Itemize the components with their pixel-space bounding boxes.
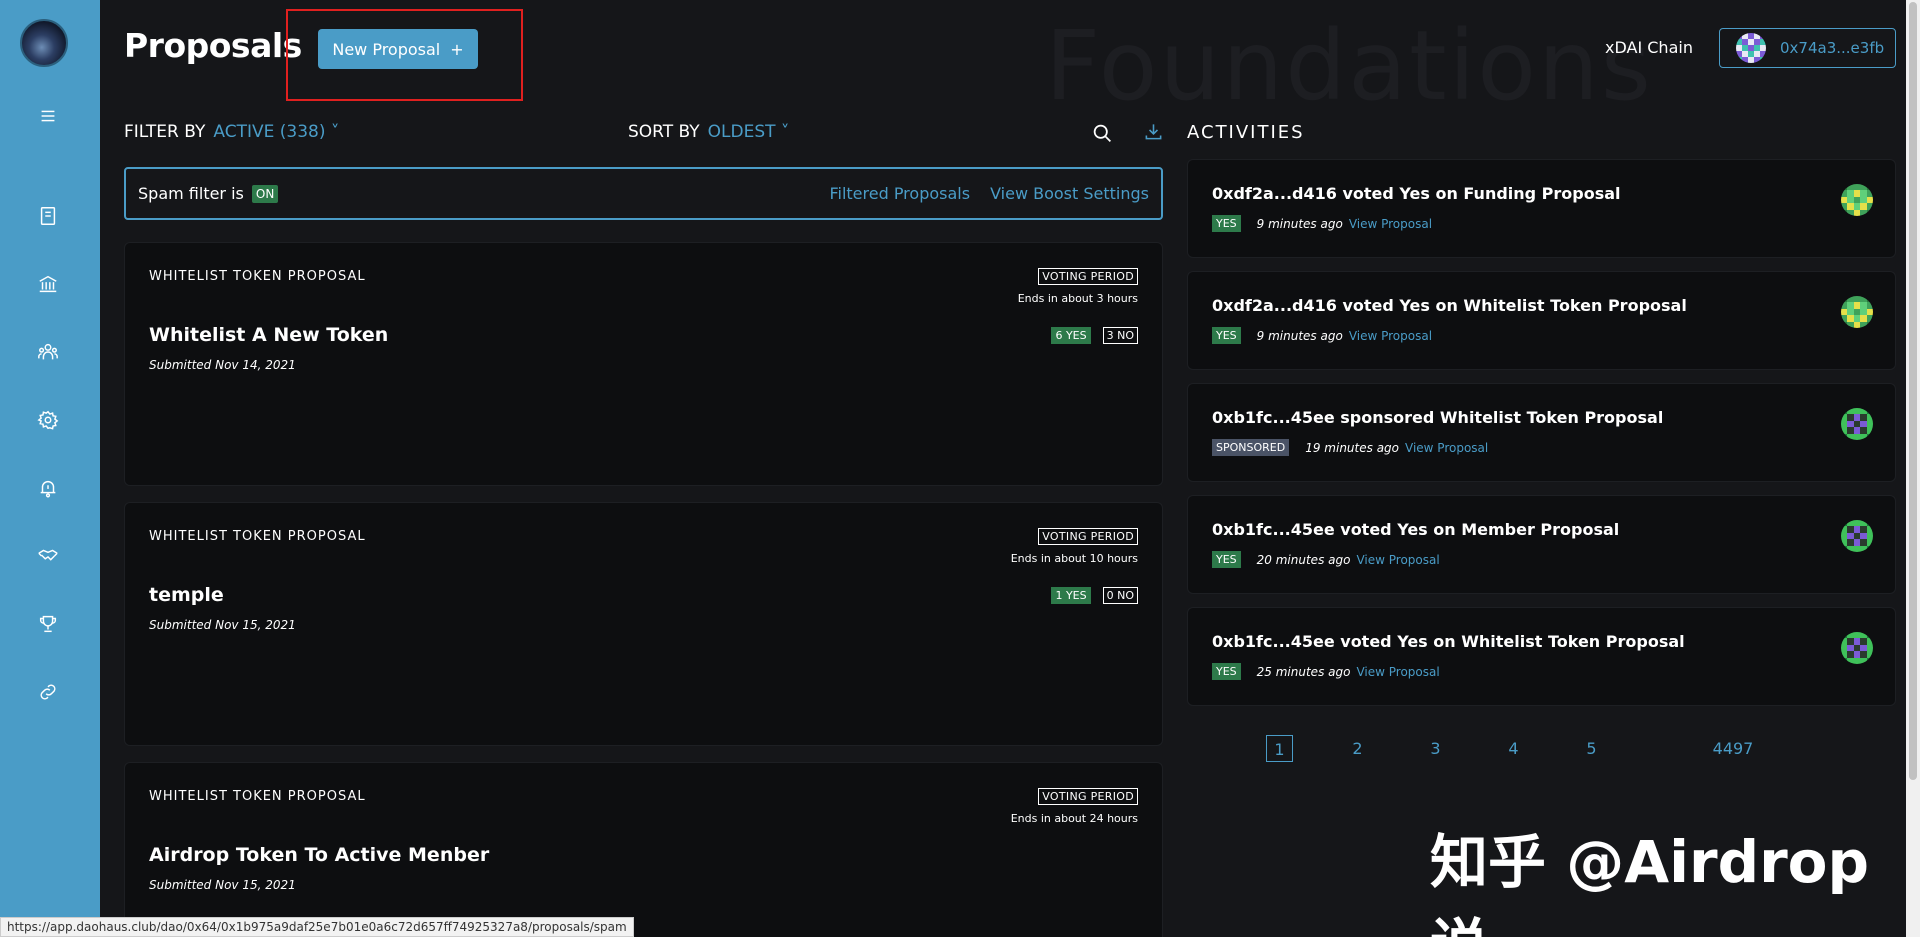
highlight-annotation [286,9,523,101]
activity-text: 0xb1fc...45ee voted Yes on Whitelist Tok… [1212,632,1685,651]
proposal-title[interactable]: temple [149,584,224,606]
sort-control[interactable]: SORT BY OLDEST ˅ [628,122,789,142]
activity-badge: YES [1212,215,1241,232]
proposal-date: Submitted Nov 14, 2021 [149,358,296,372]
view-boost-settings-link[interactable]: View Boost Settings [990,184,1149,203]
activity-item: 0xb1fc...45ee sponsored Whitelist Token … [1187,383,1896,482]
view-proposal-link[interactable]: View Proposal [1356,665,1439,679]
background-watermark: Foundations [1045,10,1653,122]
activities-title: ACTIVITIES [1187,122,1305,143]
activity-time: 19 minutes ago [1305,440,1400,455]
activity-badge: YES [1212,327,1241,344]
proposal-card[interactable]: WHITELIST TOKEN PROPOSAL temple Submitte… [124,502,1163,746]
page-last-button[interactable]: 4497 [1708,735,1758,762]
dao-avatar[interactable] [20,19,68,67]
trophy-icon[interactable] [34,610,62,638]
proposal-card[interactable]: WHITELIST TOKEN PROPOSAL Whitelist A New… [124,242,1163,486]
activity-time: 9 minutes ago [1256,216,1343,231]
no-votes-badge: 3 NO [1102,327,1138,344]
members-icon[interactable] [34,338,62,366]
page-2-button[interactable]: 2 [1344,735,1371,762]
view-proposal-link[interactable]: View Proposal [1405,441,1488,455]
download-icon[interactable] [1144,122,1163,146]
yes-votes-badge: 1 YES [1051,587,1091,604]
site-watermark: 知乎 @Airdrop说 [1430,828,1870,937]
voter-avatar [1841,296,1873,328]
activity-item: 0xdf2a...d416 voted Yes on Funding Propo… [1187,159,1896,258]
sort-label: SORT BY [628,122,700,142]
activity-text: 0xb1fc...45ee sponsored Whitelist Token … [1212,408,1664,427]
proposal-type: WHITELIST TOKEN PROPOSAL [149,529,366,544]
yes-votes-badge: 6 YES [1051,327,1091,344]
menu-icon[interactable] [34,102,62,130]
activity-badge: SPONSORED [1212,439,1290,456]
proposal-date: Submitted Nov 15, 2021 [149,618,296,632]
activity-badge: YES [1212,663,1241,680]
page-1-button[interactable]: 1 [1266,735,1293,762]
chain-label: xDAI Chain [1605,38,1693,57]
proposal-title[interactable]: Airdrop Token To Active Menber [149,844,489,866]
status-badge: VOTING PERIOD [1038,268,1138,285]
activity-text: 0xdf2a...d416 voted Yes on Whitelist Tok… [1212,296,1687,315]
no-votes-badge: 0 NO [1102,587,1138,604]
filter-control[interactable]: FILTER BY ACTIVE (338) ˅ [124,122,339,142]
voter-avatar [1841,520,1873,552]
status-badge: VOTING PERIOD [1038,788,1138,805]
activity-item: 0xb1fc...45ee voted Yes on Member Propos… [1187,495,1896,594]
book-icon[interactable] [34,202,62,230]
view-proposal-link[interactable]: View Proposal [1356,553,1439,567]
activity-badge: YES [1212,551,1241,568]
vote-counts: 1 YES 0 NO [1051,587,1138,604]
activity-item: 0xb1fc...45ee voted Yes on Whitelist Tok… [1187,607,1896,706]
sort-dropdown[interactable]: OLDEST ˅ [708,122,790,142]
spam-filter-text: Spam filter is [138,184,244,203]
proposal-card[interactable]: WHITELIST TOKEN PROPOSAL Airdrop Token T… [124,762,1163,937]
sponsor-avatar [1841,408,1873,440]
settings-icon[interactable] [34,406,62,434]
spam-filter-bar: Spam filter is ON Filtered Proposals Vie… [124,167,1163,220]
voter-avatar [1841,184,1873,216]
status-bar-url: https://app.daohaus.club/dao/0x64/0x1b97… [0,917,634,937]
account-avatar [1736,33,1766,63]
account-button[interactable]: 0x74a3...e3fb [1719,28,1896,68]
account-address: 0x74a3...e3fb [1780,39,1885,57]
scrollbar-thumb[interactable] [1909,2,1917,780]
spam-status-badge: ON [251,184,279,203]
proposal-title[interactable]: Whitelist A New Token [149,324,388,346]
activity-text: 0xb1fc...45ee voted Yes on Member Propos… [1212,520,1620,539]
page-4-button[interactable]: 4 [1500,735,1527,762]
ends-time: Ends in about 3 hours [1017,292,1138,305]
page-title: Proposals [124,26,302,65]
proposal-date: Submitted Nov 15, 2021 [149,878,296,892]
proposal-type: WHITELIST TOKEN PROPOSAL [149,269,366,284]
activity-text: 0xdf2a...d416 voted Yes on Funding Propo… [1212,184,1621,203]
voter-avatar [1841,632,1873,664]
link-icon[interactable] [34,678,62,706]
ends-time: Ends in about 10 hours [1010,552,1138,565]
bank-icon[interactable] [34,270,62,298]
view-proposal-link[interactable]: View Proposal [1349,329,1432,343]
status-badge: VOTING PERIOD [1038,528,1138,545]
search-icon[interactable] [1092,123,1113,149]
sidebar [0,0,100,937]
activity-time: 20 minutes ago [1256,552,1351,567]
view-proposal-link[interactable]: View Proposal [1349,217,1432,231]
vote-counts: 6 YES 3 NO [1051,327,1138,344]
page-scrollbar[interactable] [1906,0,1920,937]
bell-icon[interactable] [34,474,62,502]
activity-item: 0xdf2a...d416 voted Yes on Whitelist Tok… [1187,271,1896,370]
filter-label: FILTER BY [124,122,206,142]
page-3-button[interactable]: 3 [1422,735,1449,762]
activity-time: 9 minutes ago [1256,328,1343,343]
handshake-icon[interactable] [34,542,62,570]
page-5-button[interactable]: 5 [1578,735,1605,762]
proposal-type: WHITELIST TOKEN PROPOSAL [149,789,366,804]
filtered-proposals-link[interactable]: Filtered Proposals [829,184,970,203]
filter-dropdown[interactable]: ACTIVE (338) ˅ [213,122,339,142]
ends-time: Ends in about 24 hours [1010,812,1138,825]
activity-time: 25 minutes ago [1256,664,1351,679]
